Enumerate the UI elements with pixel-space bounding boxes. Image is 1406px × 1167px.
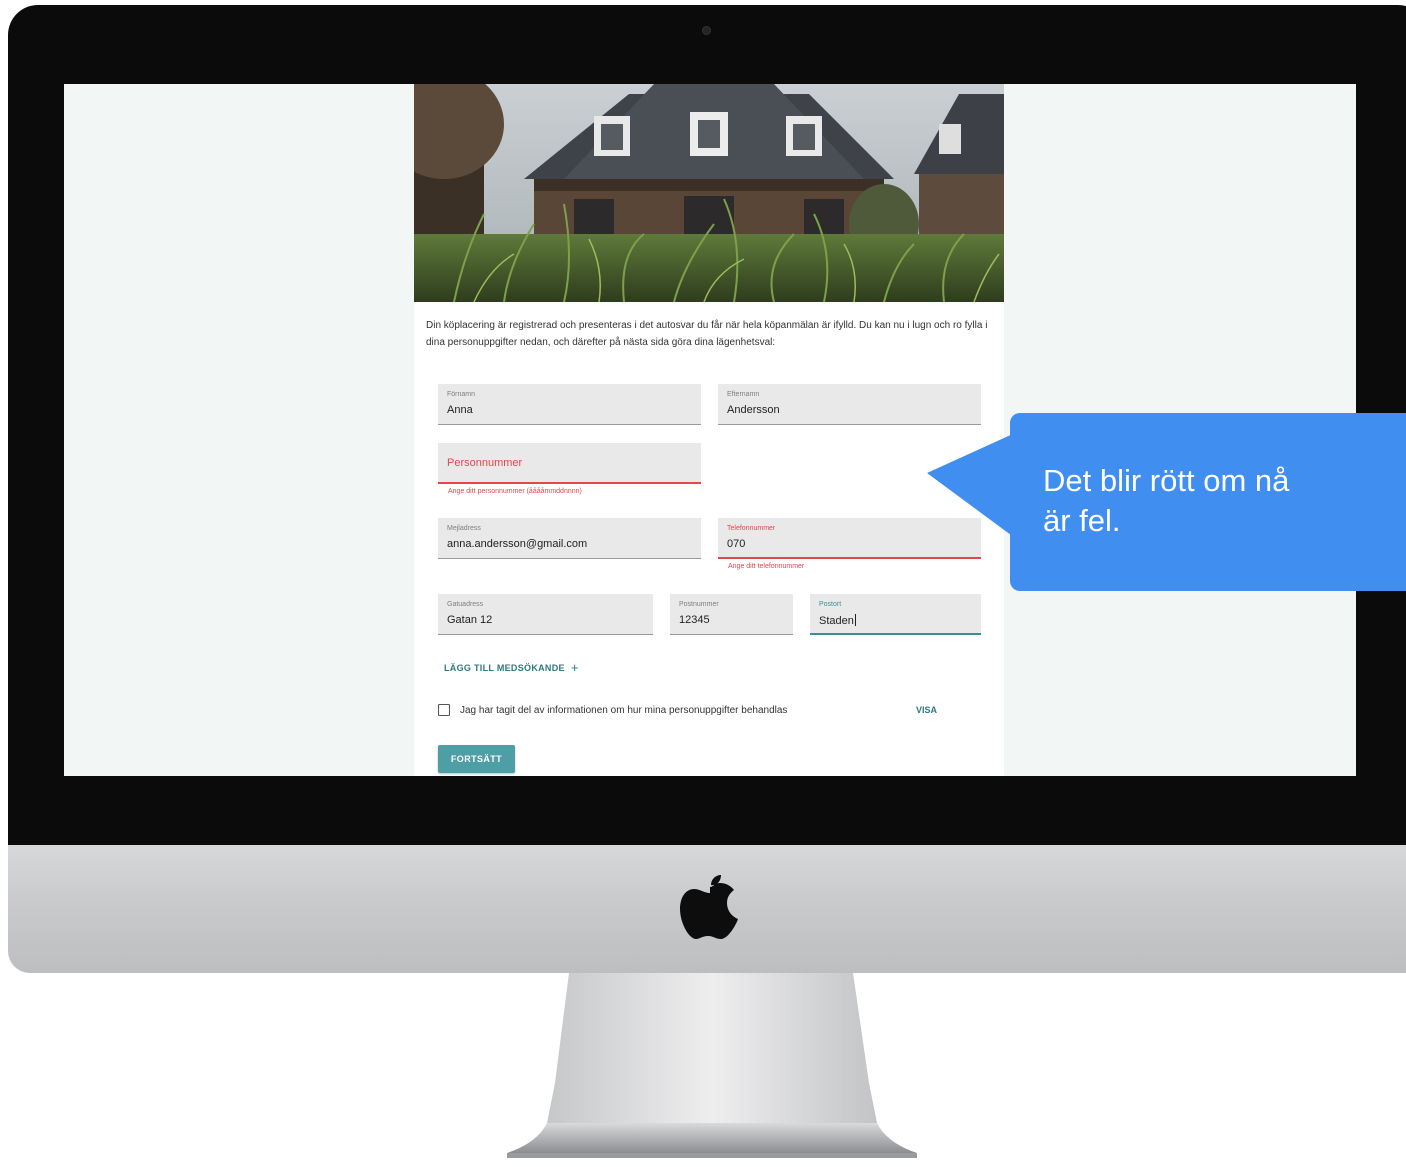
consent-label: Jag har tagit del av informationen om hu…: [460, 704, 788, 716]
form-page: Din köplacering är registrerad och prese…: [414, 84, 1004, 776]
callout-text: Det blir rött om nå är fel.: [1043, 461, 1406, 541]
street-field[interactable]: Gatuadress Gatan 12: [438, 594, 653, 635]
last-name-value: Andersson: [727, 404, 780, 416]
apple-logo-icon: [680, 875, 738, 939]
annotation-callout: Det blir rött om nå är fel.: [925, 413, 1406, 593]
email-value: anna.andersson@gmail.com: [447, 538, 588, 550]
house-photo-icon: [414, 84, 1004, 302]
hero-image: [414, 84, 1004, 302]
visa-link[interactable]: VISA: [916, 705, 937, 715]
plus-icon: +: [570, 660, 579, 675]
personal-number-error: Ange ditt personnummer (ååååmmddnnnn): [448, 488, 582, 495]
consent-row: Jag har tagit del av informationen om hu…: [438, 704, 787, 716]
city-label: Postort: [819, 601, 842, 608]
text-caret: [854, 614, 856, 626]
monitor-stand: [507, 973, 917, 1158]
postal-code-label: Postnummer: [679, 601, 719, 608]
personal-number-field[interactable]: Personnummer: [438, 443, 701, 484]
email-label: Mejladress: [447, 525, 481, 532]
city-value-wrap: Staden: [819, 614, 856, 627]
last-name-label: Efternamn: [727, 391, 760, 398]
street-value: Gatan 12: [447, 614, 493, 626]
personal-number-placeholder: Personnummer: [447, 457, 523, 469]
continue-button[interactable]: FORTSÄTT: [438, 745, 515, 773]
stage: Din köplacering är registrerad och prese…: [0, 0, 1406, 1167]
add-coapplicant-button[interactable]: LÄGG TILL MEDSÖKANDE +: [444, 660, 579, 675]
callout-line-2: är fel.: [1043, 503, 1121, 538]
callout-pointer: [927, 433, 1015, 538]
postal-code-field[interactable]: Postnummer 12345: [670, 594, 793, 635]
screen-top-edge: [64, 66, 1356, 84]
callout-line-1: Det blir rött om nå: [1043, 463, 1290, 498]
email-field[interactable]: Mejladress anna.andersson@gmail.com: [438, 518, 701, 559]
intro-text: Din köplacering är registrerad och prese…: [426, 320, 988, 348]
phone-error: Ange ditt telefonnummer: [728, 563, 805, 570]
first-name-label: Förnamn: [447, 391, 476, 398]
first-name-value: Anna: [447, 404, 473, 416]
first-name-field[interactable]: Förnamn Anna: [438, 384, 701, 425]
postal-code-value: 12345: [679, 614, 710, 626]
street-label: Gatuadress: [447, 601, 484, 608]
add-coapplicant-label: LÄGG TILL MEDSÖKANDE: [444, 662, 565, 673]
consent-checkbox[interactable]: [438, 704, 450, 716]
city-value: Staden: [819, 615, 854, 627]
camera-icon: [702, 26, 711, 35]
city-field[interactable]: Postort Staden: [810, 594, 981, 635]
phone-value: 070: [727, 538, 746, 550]
phone-label: Telefonnummer: [727, 525, 776, 532]
